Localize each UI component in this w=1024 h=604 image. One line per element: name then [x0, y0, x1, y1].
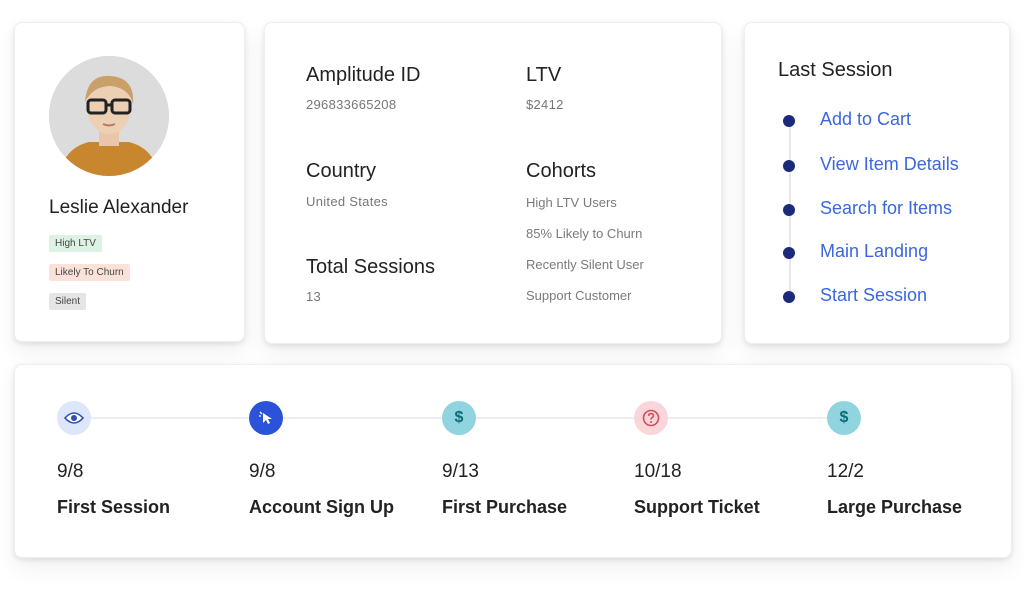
tag-high-ltv: High LTV: [49, 235, 102, 252]
help-icon: [634, 401, 668, 435]
user-details-card: Amplitude ID 296833665208 LTV $2412 Coun…: [264, 22, 722, 344]
user-journey-timeline-card: 9/8 First Session 9/8 Account Sign Up $ …: [14, 364, 1012, 558]
dollar-icon: $: [442, 401, 476, 435]
timeline-dot: [783, 204, 795, 216]
timeline-dot: [783, 115, 795, 127]
journey-event-support-ticket[interactable]: 10/18 Support Ticket: [634, 401, 824, 541]
session-event-label[interactable]: Search for Items: [820, 198, 952, 219]
amplitude-id-value: 296833665208: [306, 97, 397, 112]
cohort-item: Recently Silent User: [526, 257, 644, 272]
cohort-item: 85% Likely to Churn: [526, 226, 643, 241]
journey-event-first-session[interactable]: 9/8 First Session: [57, 401, 247, 541]
session-event-label[interactable]: Start Session: [820, 285, 927, 306]
total-sessions-value: 13: [306, 289, 322, 304]
country-label: Country: [306, 160, 377, 182]
user-name: Leslie Alexander: [49, 197, 189, 218]
total-sessions-label: Total Sessions: [306, 256, 435, 278]
cohorts-label: Cohorts: [526, 160, 597, 182]
event-date: 9/8: [57, 461, 84, 482]
event-date: 10/18: [634, 461, 682, 482]
ltv-label: LTV: [526, 64, 562, 86]
journey-event-first-purchase[interactable]: $ 9/13 First Purchase: [442, 401, 632, 541]
tag-silent: Silent: [49, 293, 87, 310]
event-label: Large Purchase: [827, 497, 963, 517]
event-date: 12/2: [827, 461, 864, 482]
event-label: First Session: [57, 497, 171, 517]
user-profile-card: Leslie Alexander High LTV Likely To Chur…: [14, 22, 245, 342]
timeline-dot: [783, 160, 795, 172]
journey-event-account-sign-up[interactable]: 9/8 Account Sign Up: [249, 401, 439, 541]
session-event-label[interactable]: Main Landing: [820, 241, 928, 262]
last-session-card: Last Session Add to Cart View Item Detai…: [744, 22, 1010, 344]
session-event-label[interactable]: Add to Cart: [820, 109, 911, 130]
timeline-dot: [783, 247, 795, 259]
last-session-title: Last Session: [778, 59, 893, 81]
event-label: Support Ticket: [634, 497, 760, 517]
tag-likely-to-churn: Likely To Churn: [49, 264, 130, 281]
timeline-dot: [783, 291, 795, 303]
dollar-icon: $: [827, 401, 861, 435]
ltv-value: $2412: [526, 97, 564, 112]
cursor-click-icon: [249, 401, 283, 435]
event-label: First Purchase: [442, 497, 568, 517]
cohort-item: High LTV Users: [526, 195, 617, 210]
event-date: 9/8: [249, 461, 276, 482]
avatar: [49, 56, 169, 176]
event-label: Account Sign Up: [249, 497, 394, 517]
journey-event-large-purchase[interactable]: $ 12/2 Large Purchase: [827, 401, 1017, 541]
amplitude-id-label: Amplitude ID: [306, 64, 421, 86]
session-event-label[interactable]: View Item Details: [820, 154, 959, 175]
event-date: 9/13: [442, 461, 479, 482]
country-value: United States: [306, 194, 388, 209]
cohort-item: Support Customer: [526, 288, 632, 303]
eye-icon: [57, 401, 91, 435]
